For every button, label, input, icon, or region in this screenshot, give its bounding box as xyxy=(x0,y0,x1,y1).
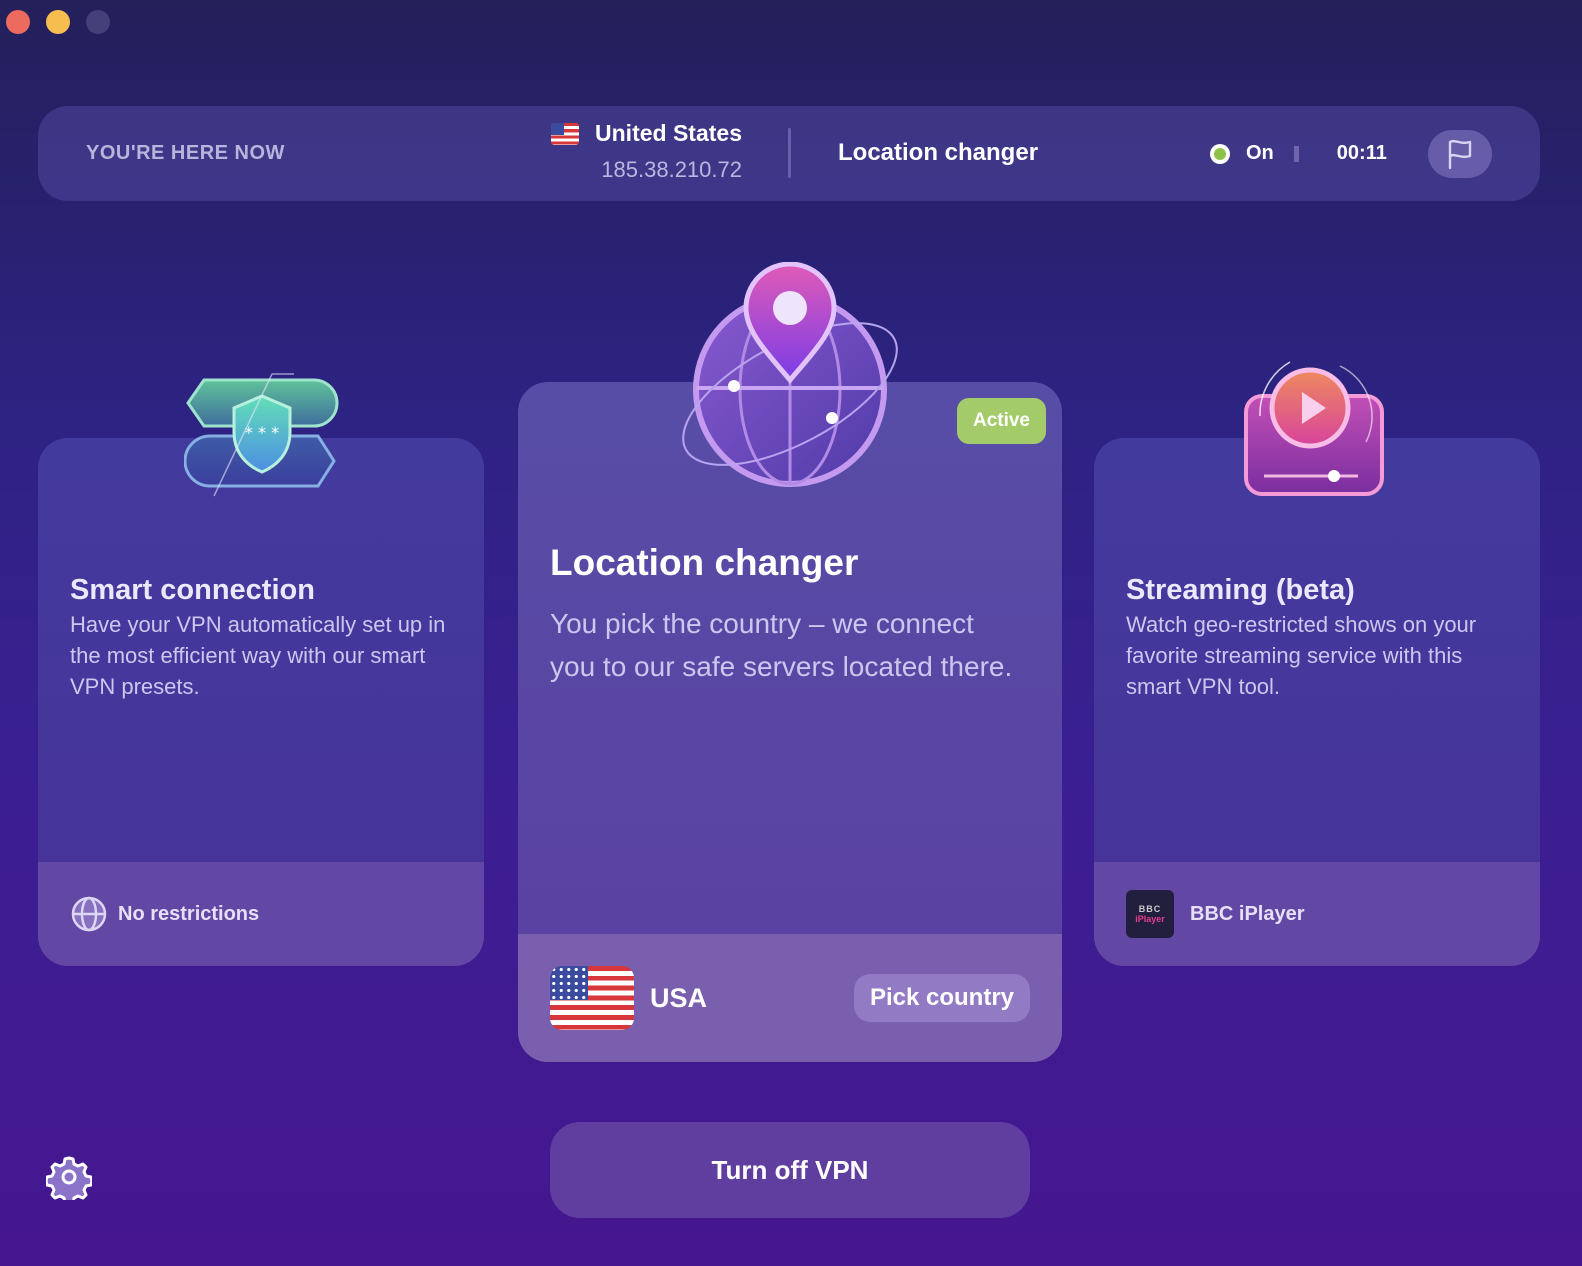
turn-off-vpn-button[interactable]: Turn off VPN xyxy=(550,1122,1030,1218)
selected-country: USA xyxy=(650,982,708,1013)
card-description: Have your VPN automatically set up in th… xyxy=(70,612,446,699)
card-footer[interactable]: BBC iPlayer BBC iPlayer xyxy=(1094,862,1540,966)
card-description: Watch geo-restricted shows on your favor… xyxy=(1126,612,1477,699)
active-badge: Active xyxy=(956,398,1046,444)
here-now-label: YOU'RE HERE NOW xyxy=(86,142,285,164)
bbc-iplayer-logo: BBC iPlayer xyxy=(1126,890,1174,938)
current-country: United States xyxy=(595,120,742,146)
streaming-play-illustration-icon xyxy=(1244,361,1384,496)
usa-flag-icon xyxy=(550,966,634,1030)
streaming-service: BBC iPlayer xyxy=(1190,902,1305,925)
window-controls xyxy=(6,10,110,34)
current-location: United States 185.38.210.72 xyxy=(551,120,742,183)
shield-illustration-icon: * * * xyxy=(184,373,339,497)
card-title: Streaming (beta) xyxy=(1126,574,1355,606)
streaming-card[interactable]: Streaming (beta) Watch geo-restricted sh… xyxy=(1094,438,1540,966)
vpn-status: On 00:11 xyxy=(1210,142,1387,165)
gear-icon[interactable] xyxy=(46,1154,92,1200)
card-description: You pick the country – we connect you to… xyxy=(550,608,1013,683)
status-separator xyxy=(1293,145,1299,162)
card-title: Smart connection xyxy=(70,574,315,606)
svg-text:* * *: * * * xyxy=(245,423,279,442)
flag-icon xyxy=(1448,139,1472,170)
active-mode-label: Location changer xyxy=(838,139,1039,166)
pick-country-button[interactable]: Pick country xyxy=(853,974,1030,1022)
globe-icon xyxy=(71,896,107,932)
report-flag-button[interactable] xyxy=(1428,130,1492,178)
card-footer[interactable]: No restrictions xyxy=(38,862,484,966)
card-footer: USA Pick country xyxy=(518,934,1062,1062)
divider xyxy=(788,128,791,178)
restriction-status: No restrictions xyxy=(118,902,260,925)
minimize-window-button[interactable] xyxy=(46,10,70,34)
connection-timer: 00:11 xyxy=(1336,142,1387,164)
card-title: Location changer xyxy=(550,542,859,583)
smart-connection-card[interactable]: Smart connection Have your VPN automatic… xyxy=(38,438,484,966)
close-window-button[interactable] xyxy=(6,10,30,34)
maximize-window-button[interactable] xyxy=(86,10,110,34)
connection-status-bar: YOU'RE HERE NOW United States 185.38.210… xyxy=(38,106,1540,201)
status-dot-icon xyxy=(1210,143,1230,164)
ip-address: 185.38.210.72 xyxy=(601,157,742,182)
status-text: On xyxy=(1246,142,1274,164)
globe-pin-illustration-icon xyxy=(682,262,898,487)
us-flag-icon xyxy=(551,122,580,145)
